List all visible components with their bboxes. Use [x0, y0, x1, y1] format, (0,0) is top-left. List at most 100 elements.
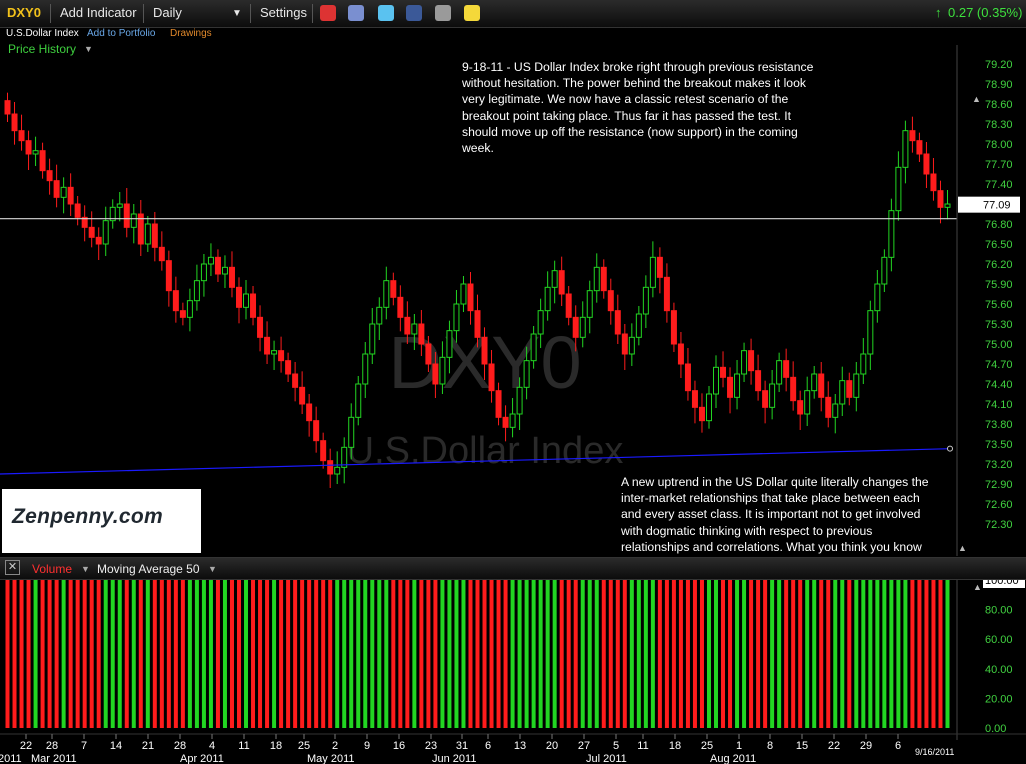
candle	[832, 394, 839, 434]
volume-bar	[314, 580, 319, 728]
volume-bar	[482, 580, 487, 728]
date-tick-label: 25	[701, 740, 713, 752]
candle-body	[530, 333, 537, 362]
candle	[102, 206, 109, 256]
candle-body	[776, 360, 783, 385]
candle	[558, 256, 565, 306]
candle-body	[853, 373, 860, 398]
candle	[88, 211, 95, 248]
annotation-top-line: 9-18-11 - US Dollar Index broke right th…	[462, 60, 814, 74]
candle	[895, 151, 902, 221]
candle-body	[165, 260, 172, 292]
month-label: May 2011	[307, 753, 355, 764]
candle-body	[902, 130, 909, 168]
candle-body	[544, 286, 551, 312]
candle-body	[186, 300, 193, 318]
annotation-bottom-line: inter-market relationships that take pla…	[621, 491, 920, 506]
candle	[846, 372, 853, 406]
candle	[39, 142, 46, 179]
annotation-bottom-line: relationships and correlations. What you…	[621, 539, 922, 554]
price-tick-label: 73.20	[985, 459, 1013, 471]
current-price-label: 77.09	[983, 200, 1011, 212]
ma-chevron-down-icon[interactable]: ▼	[208, 564, 217, 574]
candle	[362, 342, 369, 398]
close-icon[interactable]: ✕	[5, 560, 20, 575]
candle-body	[306, 403, 313, 422]
volume-bar	[412, 580, 417, 728]
volume-bar	[454, 580, 459, 728]
candle	[741, 342, 748, 382]
volume-bar	[847, 580, 852, 728]
volume-bar	[110, 580, 115, 728]
volume-bar	[433, 580, 438, 728]
volume-bar	[307, 580, 312, 728]
candle	[727, 367, 734, 414]
candle-body	[713, 366, 720, 395]
candle-body	[200, 263, 207, 282]
volume-bar	[566, 580, 571, 728]
price-tick-label: 75.90	[985, 279, 1013, 291]
volume-bar	[180, 580, 185, 728]
candle-body	[439, 356, 446, 385]
candle-body	[523, 360, 530, 388]
month-label: Aug 2011	[710, 753, 756, 764]
volume-bar	[33, 580, 38, 728]
volume-bar	[714, 580, 719, 728]
candle-body	[741, 350, 748, 375]
candle	[186, 288, 193, 332]
date-tick-label: 1	[736, 740, 742, 752]
candle	[698, 393, 705, 433]
candle-body	[116, 203, 123, 208]
moving-average-label[interactable]: Moving Average 50	[97, 562, 200, 576]
volume-chevron-down-icon[interactable]: ▼	[81, 564, 90, 574]
candle-body	[355, 383, 362, 418]
candle	[769, 370, 776, 420]
candle	[600, 259, 607, 299]
candle	[565, 286, 572, 326]
candle-body	[881, 256, 888, 285]
date-tick-label: 8	[767, 740, 773, 752]
candle	[916, 132, 923, 162]
candle	[327, 448, 334, 488]
candle-body	[832, 403, 839, 418]
candle	[593, 253, 600, 303]
volume-bar	[391, 580, 396, 728]
date-tick-label: 9	[364, 740, 370, 752]
volume-bar	[342, 580, 347, 728]
annotation-top-line: very legitimate. We now have a classic r…	[462, 92, 789, 107]
price-tick-label: 74.40	[985, 379, 1013, 391]
price-tick-label: 76.20	[985, 259, 1013, 271]
candle	[214, 249, 221, 282]
candle-body	[228, 266, 235, 288]
price-tick-label: 78.30	[985, 119, 1013, 131]
candle	[60, 177, 67, 214]
candle-body	[537, 310, 544, 335]
candle-body	[558, 270, 565, 295]
date-axis: 22 28 7 14 21 28 4 11 18 25 2 9 16 23 31 6 13 20 27 5 11 18 25…	[0, 733, 1026, 764]
volume-bar	[244, 580, 249, 728]
volume-bar	[159, 580, 164, 728]
month-label: Apr 2011	[180, 753, 224, 764]
price-tick-label: 75.30	[985, 319, 1013, 331]
volume-bar	[145, 580, 150, 728]
candle	[179, 302, 186, 326]
candle-body	[39, 150, 46, 172]
volume-bar	[671, 580, 676, 728]
volume-bar	[903, 580, 908, 728]
volume-bar	[468, 580, 473, 728]
volume-bar	[622, 580, 627, 728]
volume-label[interactable]: Volume	[32, 562, 72, 576]
candle-body	[670, 310, 677, 345]
candle	[74, 196, 81, 226]
candle-body	[846, 380, 853, 398]
candle	[551, 260, 558, 304]
volume-bar	[692, 580, 697, 728]
candle-body	[11, 113, 18, 132]
date-tick-label: 2	[332, 740, 338, 752]
candle	[930, 158, 937, 201]
candle-body	[705, 393, 712, 422]
volume-bar	[777, 580, 782, 728]
volume-bar	[629, 580, 634, 728]
volume-bar	[657, 580, 662, 728]
candle	[790, 361, 797, 411]
